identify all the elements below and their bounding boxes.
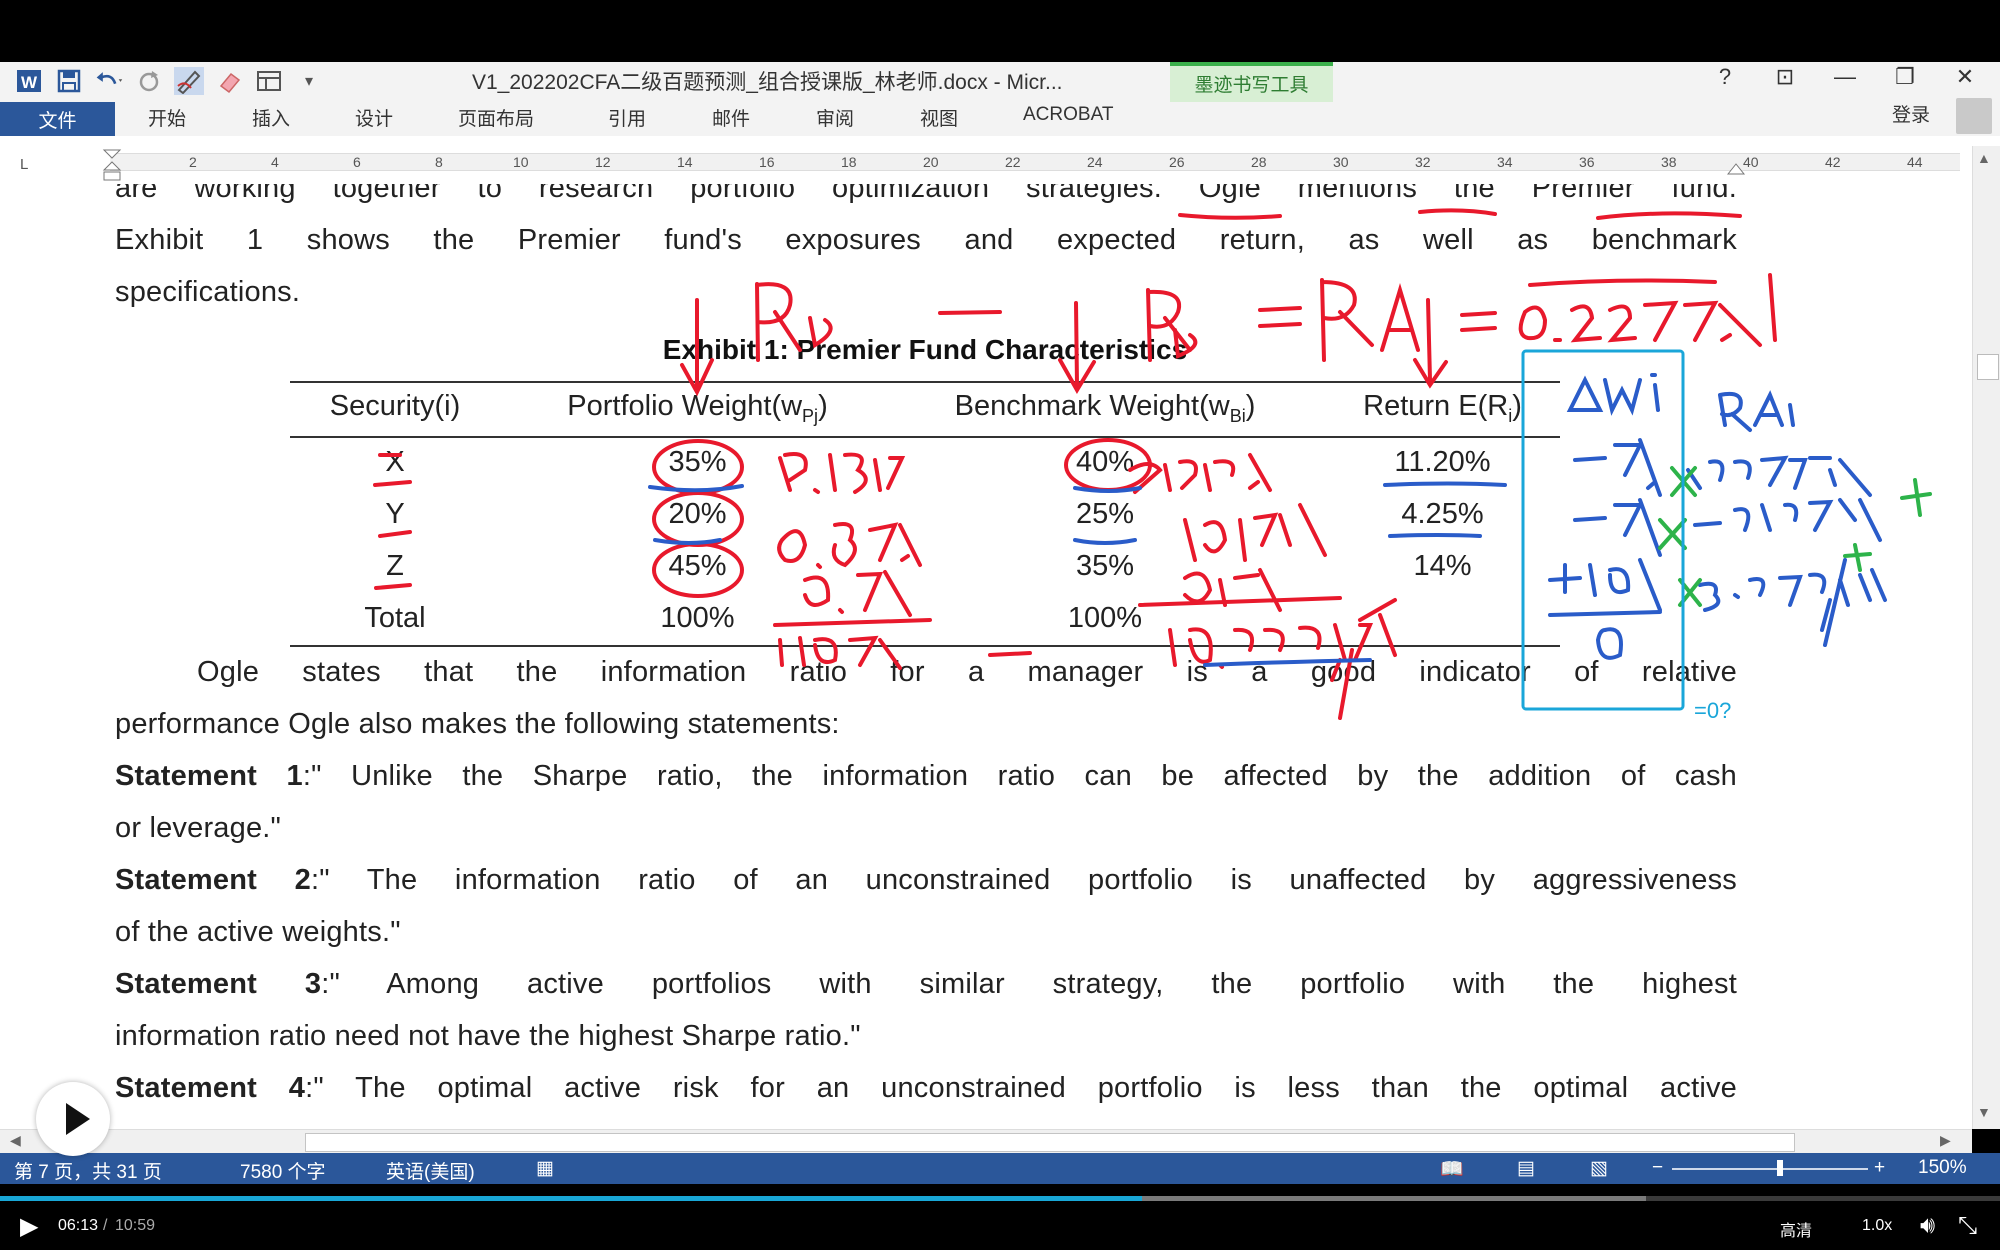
- read-mode-icon[interactable]: 📖: [1440, 1157, 1464, 1181]
- word-count[interactable]: 7580 个字: [240, 1157, 326, 1184]
- speed-selector[interactable]: 1.0x: [1862, 1217, 1892, 1235]
- horizontal-scrollbar[interactable]: ◀ ▶: [0, 1129, 1972, 1154]
- play-icon[interactable]: ▶: [20, 1212, 38, 1241]
- scroll-down-icon[interactable]: ▼: [1977, 1104, 1991, 1120]
- annotation-note: =0?: [1694, 698, 1731, 723]
- volume-icon[interactable]: 🔊︎: [1920, 1212, 1935, 1240]
- scroll-right-icon[interactable]: ▶: [1940, 1132, 1951, 1149]
- macro-record-icon[interactable]: ▦: [536, 1157, 554, 1180]
- scroll-thumb[interactable]: [1977, 354, 1999, 380]
- time-separator: /: [103, 1217, 108, 1234]
- ink-annotations: =0?: [373, 208, 1932, 723]
- quality-selector[interactable]: 高清: [1780, 1217, 1812, 1241]
- print-layout-icon[interactable]: ▤: [1517, 1157, 1535, 1180]
- current-time: 06:13: [58, 1217, 99, 1234]
- total-time: 10:59: [115, 1217, 156, 1234]
- web-layout-icon[interactable]: ▧: [1590, 1157, 1608, 1180]
- red-ink-strokes: [373, 208, 1777, 720]
- video-player-controls: ▶ 06:13 / 10:59 高清 1.0x 🔊︎ ⤡: [0, 1201, 2000, 1250]
- horizontal-scroll-thumb[interactable]: [305, 1133, 1795, 1152]
- scroll-left-icon[interactable]: ◀: [10, 1132, 21, 1149]
- zoom-out-icon[interactable]: −: [1652, 1157, 1663, 1179]
- scroll-up-icon[interactable]: ▲: [1977, 150, 1991, 166]
- zoom-slider-thumb[interactable]: [1777, 1160, 1783, 1176]
- big-play-button[interactable]: [36, 1082, 110, 1156]
- language-indicator[interactable]: 英语(美国): [386, 1157, 475, 1184]
- page-count[interactable]: 第 7 页，共 31 页: [14, 1157, 162, 1184]
- fullscreen-exit-icon[interactable]: ⤡: [1958, 1212, 1977, 1240]
- status-bar: 第 7 页，共 31 页 7580 个字 英语(美国) ▦ 📖 ▤ ▧ − + …: [0, 1153, 2000, 1184]
- zoom-level[interactable]: 150%: [1918, 1157, 1967, 1179]
- zoom-slider[interactable]: [1672, 1168, 1868, 1170]
- vertical-scrollbar[interactable]: ▲ ▼: [1972, 146, 2000, 1129]
- zoom-in-icon[interactable]: +: [1874, 1157, 1885, 1179]
